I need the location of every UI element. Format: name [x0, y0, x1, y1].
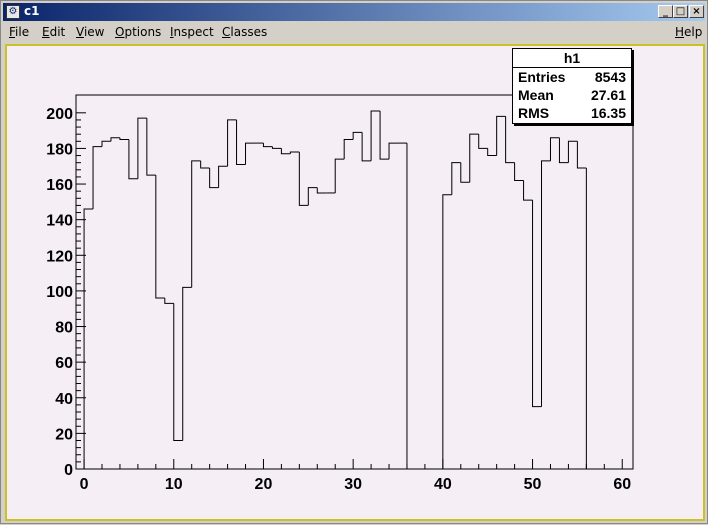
histogram-bin: [262, 143, 273, 148]
histogram-bin: [92, 146, 103, 209]
x-tick-label: 60: [613, 476, 631, 493]
stat-label-entries: Entries: [518, 69, 566, 85]
histogram-bin: [442, 194, 452, 469]
histogram-bin: [101, 140, 111, 147]
stat-row-mean: Mean 27.61: [518, 86, 626, 104]
histogram-bin: [451, 162, 461, 195]
histogram-bin: [218, 165, 228, 188]
histogram-bin: [532, 200, 542, 408]
histogram-bin: [549, 137, 560, 161]
x-tick-label: 0: [80, 476, 89, 493]
x-tick-label: 50: [524, 476, 542, 493]
histogram-bin: [289, 151, 300, 154]
histogram-bin: [182, 286, 192, 441]
plot-frame: [75, 94, 634, 470]
histogram-bin: [245, 142, 255, 165]
histogram-bin: [496, 115, 506, 156]
histogram-bin: [541, 160, 551, 407]
y-tick-label: 140: [46, 213, 73, 230]
stat-value-mean: 27.61: [590, 87, 626, 103]
histogram-bin: [191, 160, 201, 288]
stats-box[interactable]: h1 Entries 8543 Mean 27.61 RMS 16.35: [512, 48, 632, 124]
stat-value-entries: 8543: [594, 69, 626, 85]
stats-title: h1: [513, 49, 631, 68]
histogram-bin: [379, 111, 390, 160]
histogram-bin: [469, 133, 479, 183]
histogram-bin: [558, 137, 569, 164]
y-tick-label: 80: [55, 320, 73, 337]
histogram-bin: [316, 187, 327, 194]
histogram-bin: [110, 137, 120, 142]
histogram-bin: [209, 168, 219, 189]
histogram-bin: [567, 140, 578, 163]
histogram-bin: [83, 208, 94, 469]
root-window: ⚙ c1 _ □ × File Edit View Options Inspec…: [0, 0, 708, 524]
histogram-bin: [343, 139, 354, 160]
y-tick-label: 120: [46, 248, 73, 265]
histogram-bin: [487, 148, 497, 157]
x-tick-label: 40: [434, 476, 452, 493]
histogram-bin: [200, 160, 210, 169]
y-tick-label: 20: [55, 426, 73, 443]
histogram-bin: [298, 151, 309, 206]
histogram-bin: [164, 298, 174, 304]
stat-label-mean: Mean: [518, 87, 554, 103]
x-tick-label: 30: [344, 476, 362, 493]
y-tick-label: 160: [46, 177, 73, 194]
histogram-bin: [280, 148, 291, 155]
y-tick-label: 60: [55, 355, 73, 372]
x-tick-label: 20: [255, 476, 273, 493]
histogram-bin: [361, 132, 372, 162]
histogram-bin: [334, 158, 345, 193]
histogram-bin: [146, 118, 156, 176]
stat-row-rms: RMS 16.35: [518, 104, 626, 122]
histogram-bin: [523, 180, 533, 201]
y-tick-label: 40: [55, 391, 73, 408]
histogram-bin: [173, 303, 183, 442]
histogram-bin: [236, 119, 246, 165]
histogram-bin: [227, 119, 237, 167]
x-tick-label: 10: [165, 476, 183, 493]
histogram-bin: [128, 139, 138, 180]
histogram-bin: [352, 131, 363, 140]
histogram-bin: [119, 137, 129, 141]
histogram-bin: [370, 110, 381, 161]
histogram-bin: [155, 175, 165, 299]
stat-value-rms: 16.35: [590, 105, 626, 121]
stat-row-entries: Entries 8543: [518, 68, 626, 86]
histogram-bin: [137, 117, 147, 179]
histogram-bin: [514, 162, 524, 181]
histogram-bin: [460, 162, 470, 183]
y-tick-label: 0: [64, 462, 73, 479]
histogram-bin: [271, 146, 282, 149]
y-tick-label: 100: [46, 284, 73, 301]
histogram-bin: [406, 143, 416, 470]
histogram-bin: [388, 142, 399, 160]
y-tick-label: 200: [46, 106, 73, 123]
y-tick-label: 180: [46, 141, 73, 158]
histogram-bin: [307, 187, 318, 206]
histogram-bin: [478, 134, 488, 149]
stat-label-rms: RMS: [518, 105, 550, 121]
histogram-bin: [576, 141, 587, 169]
